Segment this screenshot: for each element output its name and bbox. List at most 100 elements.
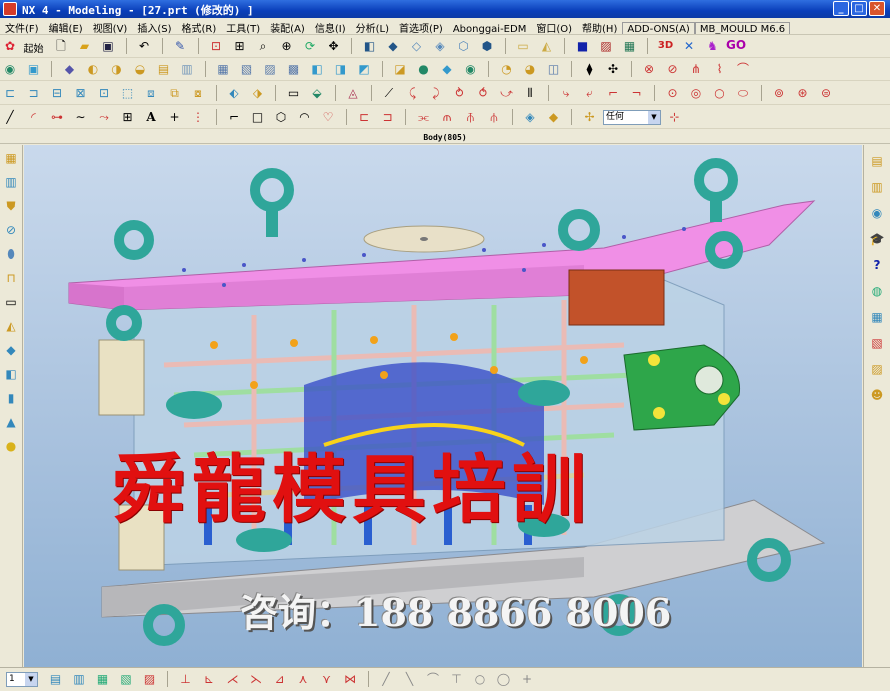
line-tool-icon[interactable]: ╱ (377, 670, 395, 688)
layer-settings-icon[interactable]: ▨ (597, 37, 615, 55)
menu-item-11[interactable]: 窗口(O) (531, 18, 577, 34)
silhouette-icon[interactable]: ◬ (344, 84, 362, 102)
point-icon[interactable]: ⊙ (664, 84, 682, 102)
measure-icon[interactable]: ◭ (538, 37, 556, 55)
navigator-icon[interactable]: ▥ (867, 177, 887, 197)
roles-icon[interactable]: ◍ (867, 281, 887, 301)
point-set-icon[interactable]: ◎ (687, 84, 705, 102)
sketch-fit-icon[interactable]: ⤳ (95, 108, 113, 126)
open-folder-icon[interactable]: ▰ (76, 37, 94, 55)
offset-surface-icon[interactable]: ⬚ (119, 84, 137, 102)
trim-body-icon[interactable]: ◪ (391, 60, 409, 78)
hidden-edge-icon[interactable]: ◈ (431, 37, 449, 55)
selection-icon[interactable]: ✢ (581, 108, 599, 126)
isometric-view-icon[interactable]: ⬢ (478, 37, 496, 55)
sketch-point-icon[interactable]: ⊶ (48, 108, 66, 126)
layer-move-icon[interactable]: ▥ (70, 670, 88, 688)
sketch-rect-icon[interactable]: ▭ (285, 84, 303, 102)
close-button[interactable]: ✕ (869, 1, 885, 16)
unite-icon[interactable]: ◧ (308, 60, 326, 78)
hole-icon[interactable]: ▤ (155, 60, 173, 78)
quick-trim-icon[interactable]: ⫚ (462, 108, 480, 126)
line-angle-icon[interactable]: ╲ (401, 670, 419, 688)
polyline-icon[interactable]: ⌐ (225, 108, 243, 126)
block-icon[interactable]: ▣ (25, 60, 43, 78)
ruled-surface-icon[interactable]: ⊡ (95, 84, 113, 102)
wcs-orient-icon[interactable]: ⋋ (247, 670, 265, 688)
select-options-icon[interactable]: ⊹ (666, 108, 684, 126)
part-navigator-icon[interactable]: ▦ (2, 149, 20, 167)
menu-item-3[interactable]: 插入(S) (132, 18, 176, 34)
section-view-icon[interactable]: ▭ (514, 37, 532, 55)
web-browser-icon[interactable]: ◉ (867, 203, 887, 223)
menu-item-2[interactable]: 视图(V) (88, 18, 133, 34)
assembly-icon[interactable]: ◆ (545, 108, 563, 126)
polygon-icon[interactable]: ⬡ (272, 108, 290, 126)
project-curve-icon[interactable]: ⦀ (521, 84, 539, 102)
help-icon[interactable]: ? (867, 255, 887, 275)
trim-curve-icon[interactable]: ⌐ (604, 84, 622, 102)
trimmed-sheet-icon[interactable]: ⧇ (189, 84, 207, 102)
rotate-icon[interactable]: ⟳ (301, 37, 319, 55)
start-icon[interactable]: ✿ (1, 37, 19, 55)
mesh-surface-icon[interactable]: ⊟ (48, 84, 66, 102)
go-button[interactable]: GO (726, 38, 746, 52)
offset-curve-icon[interactable]: ⤻ (498, 84, 516, 102)
snap-center-icon[interactable]: ⊚ (770, 84, 788, 102)
start-menu-button[interactable]: 起始 (24, 40, 44, 55)
subtract-icon[interactable]: ◨ (332, 60, 350, 78)
undo-icon[interactable]: ↶ (135, 37, 153, 55)
extension-icon[interactable]: ⬖ (225, 84, 243, 102)
menu-item-0[interactable]: 文件(F) (0, 18, 44, 34)
menu-item-6[interactable]: 装配(A) (265, 18, 310, 34)
quick-extend-icon[interactable]: ⫛ (485, 108, 503, 126)
bearing-icon[interactable]: ⊓ (2, 269, 20, 287)
bridge-curve-icon[interactable]: ⤷ (557, 84, 575, 102)
new-file-icon[interactable]: 🗋 (52, 37, 70, 55)
transform-icon[interactable]: ✕ (680, 37, 698, 55)
offset-face-icon[interactable]: ◆ (438, 60, 456, 78)
spline-icon[interactable]: ⤸ (427, 84, 445, 102)
reuse-library-icon[interactable]: ⊘ (2, 221, 20, 239)
menu-item-12[interactable]: 帮助(H) (577, 18, 622, 34)
wcs-display-icon[interactable]: ⋏ (294, 670, 312, 688)
wcs-set-icon[interactable]: ⋈ (341, 670, 359, 688)
dimension-icon[interactable]: ⊐ (379, 108, 397, 126)
zoom-window-icon[interactable]: ⊞ (231, 37, 249, 55)
pattern-icon[interactable]: ⬙ (308, 84, 326, 102)
wcs-rotate-icon[interactable]: ⋌ (224, 670, 242, 688)
nx-app-icon[interactable] (3, 2, 17, 16)
mirror-curve-icon[interactable]: ⫘ (415, 108, 433, 126)
extrude-icon[interactable]: ◆ (61, 60, 79, 78)
box-icon[interactable]: ◆ (2, 341, 20, 359)
wcs-reset-icon[interactable]: ⋎ (318, 670, 336, 688)
graduation-cap-icon[interactable]: 🎓 (867, 229, 887, 249)
menu-item-13[interactable]: ADD-ONS(A) (622, 22, 695, 34)
menu-item-1[interactable]: 编辑(E) (44, 18, 88, 34)
ellipse-icon[interactable]: ⬭ (734, 84, 752, 102)
arc-tool-icon[interactable]: ⌒ (424, 670, 442, 688)
shaded-edges-icon[interactable]: ◆ (384, 37, 402, 55)
circle-feature-icon[interactable]: ◉ (462, 60, 480, 78)
circle-center-tool-icon[interactable]: ◯ (495, 670, 513, 688)
fillet-icon[interactable]: ◠ (296, 108, 314, 126)
slot-icon[interactable]: ▨ (261, 60, 279, 78)
work-layer-select[interactable]: 1 ▼ (6, 672, 38, 687)
circle-tool-icon[interactable]: ○ (471, 670, 489, 688)
point-tool-icon[interactable]: + (518, 670, 536, 688)
tangent-tool-icon[interactable]: ⊤ (448, 670, 466, 688)
intersect-icon[interactable]: ◩ (355, 60, 373, 78)
deviation-icon[interactable]: ⋔ (687, 60, 705, 78)
wcs-dynamic-icon[interactable]: ⊾ (200, 670, 218, 688)
rectangle-icon[interactable]: □ (249, 108, 267, 126)
layer-visible-icon[interactable]: ▨ (141, 670, 159, 688)
maximize-button[interactable]: □ (851, 1, 867, 16)
sketch-grid-icon[interactable]: ⊞ (119, 108, 137, 126)
pad-icon[interactable]: ▧ (238, 60, 256, 78)
split-body-icon[interactable]: ● (415, 60, 433, 78)
bounded-plane-icon[interactable]: ⧈ (142, 84, 160, 102)
wave-link-icon[interactable]: ◈ (521, 108, 539, 126)
divide-curve-icon[interactable]: ¬ (628, 84, 646, 102)
curvature-icon[interactable]: ⌇ (711, 60, 729, 78)
tube-icon[interactable]: ◒ (131, 60, 149, 78)
